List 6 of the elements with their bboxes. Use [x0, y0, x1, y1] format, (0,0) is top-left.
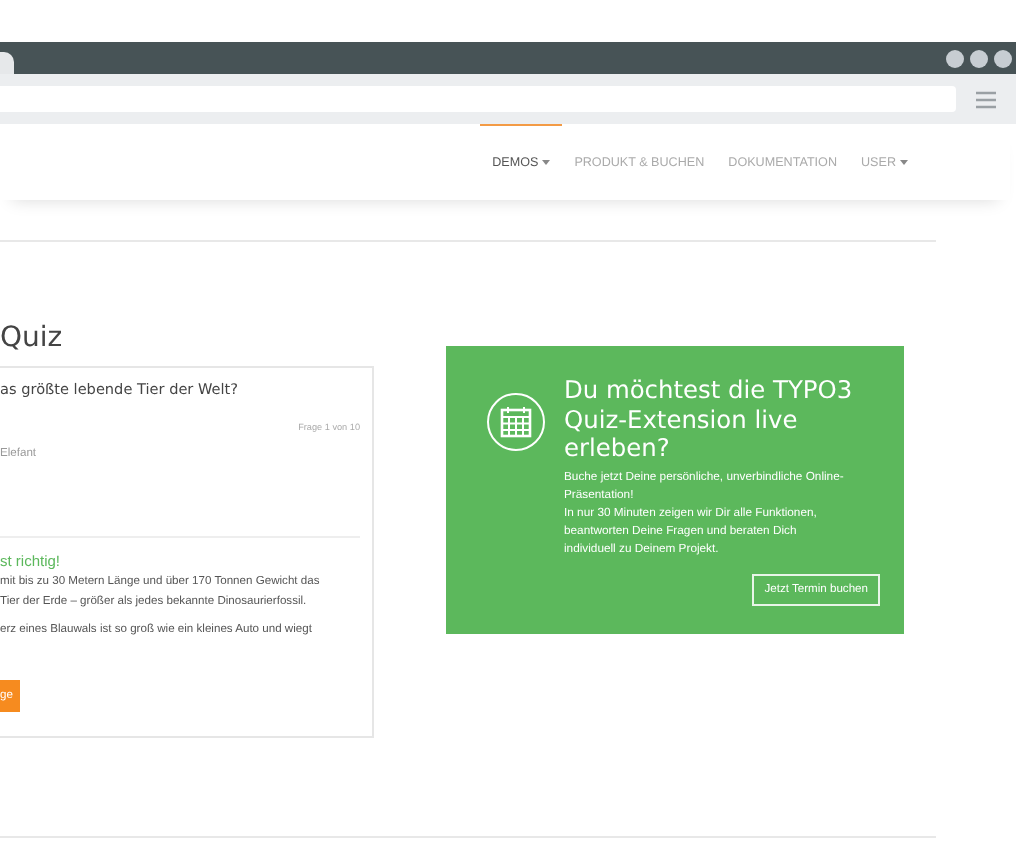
caret-icon	[542, 160, 551, 166]
caret-icon	[900, 160, 908, 166]
page-heading: Quiz	[0, 322, 65, 358]
calendar-icon	[486, 392, 546, 452]
browser-tab[interactable]	[0, 52, 14, 74]
promo-title: Du möchtest die TYPO3 Quiz-Extension live erleben?	[564, 376, 855, 464]
